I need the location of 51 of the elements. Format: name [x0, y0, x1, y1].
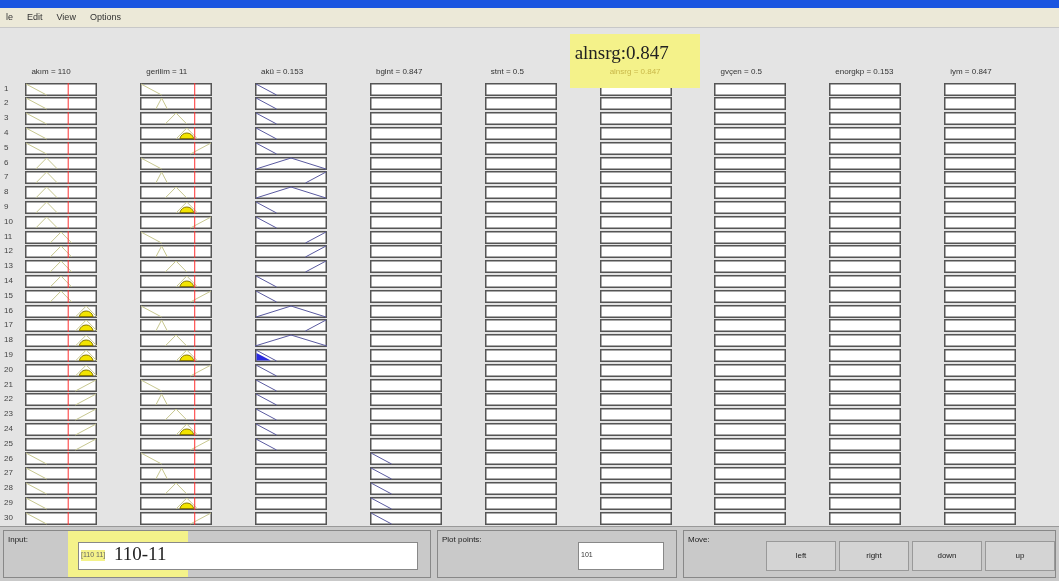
variable-label: enorgkp = 0.153 — [835, 65, 894, 78]
menu-item[interactable]: View — [56, 10, 76, 25]
rule-number: 8 — [4, 186, 10, 199]
move-label: Move: — [688, 533, 711, 546]
variable-label: akım = 110 — [31, 65, 71, 78]
rule-number: 16 — [4, 304, 14, 317]
rule-number: 25 — [4, 437, 14, 450]
move-button[interactable]: down — [912, 540, 982, 571]
rule-number: 5 — [4, 141, 10, 154]
rule-number: 21 — [4, 378, 14, 391]
annotation-text: alnsrg:0.847 — [574, 42, 669, 62]
variable-label: akü = 0.153 — [261, 65, 304, 78]
rule-number: 22 — [4, 393, 14, 406]
rule-number: 4 — [4, 127, 10, 140]
rule-number: 2 — [4, 97, 10, 110]
rule-number: 6 — [4, 156, 10, 169]
rule-number: 12 — [4, 245, 14, 258]
rule-number: 17 — [4, 319, 14, 332]
rule-number: 9 — [4, 201, 10, 214]
variable-label: gerilim = 11 — [146, 65, 188, 78]
rule-number: 13 — [4, 260, 14, 273]
menu-item[interactable]: Edit — [27, 10, 43, 25]
rule-number: 7 — [4, 171, 10, 184]
rule-number: 15 — [4, 289, 14, 302]
menu-item[interactable]: Options — [89, 10, 121, 25]
variable-label: stnt = 0.5 — [490, 65, 524, 78]
move-button[interactable]: up — [985, 540, 1055, 571]
rule-number: 30 — [4, 511, 14, 524]
annotation-text: 110-11 — [114, 543, 167, 563]
rule-number: 10 — [4, 215, 14, 228]
rule-number: 26 — [4, 452, 14, 465]
rule-number: 14 — [4, 275, 14, 288]
variable-label: bglnt = 0.847 — [375, 65, 423, 78]
rule-number: 18 — [4, 334, 14, 347]
move-button[interactable]: left — [766, 540, 836, 571]
input-label: Input: — [8, 533, 29, 546]
rule-number: 19 — [4, 349, 14, 361]
rule-number: 24 — [4, 423, 14, 435]
rule-number: 29 — [4, 497, 14, 509]
plot-points-label: Plot points: — [442, 533, 483, 546]
menu-item[interactable]: le — [6, 10, 13, 25]
variable-label: iym = 0.847 — [950, 65, 992, 78]
rule-number: 28 — [4, 482, 14, 495]
rule-number: 23 — [4, 408, 14, 421]
variable-label: gvçen = 0.5 — [720, 65, 763, 78]
rule-number: 11 — [4, 230, 14, 243]
rule-number: 27 — [4, 467, 14, 480]
rule-number: 20 — [4, 363, 14, 376]
rule-number: 1 — [4, 82, 10, 95]
move-button[interactable]: right — [839, 540, 909, 571]
rule-number: 3 — [4, 112, 10, 125]
